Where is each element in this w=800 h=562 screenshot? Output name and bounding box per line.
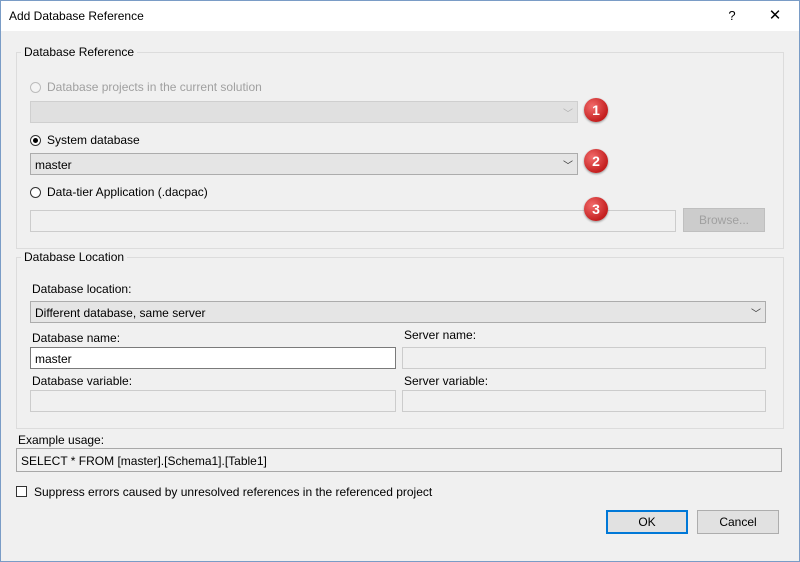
radio-system-database[interactable]: System database — [30, 133, 140, 147]
database-name-value: master — [35, 352, 72, 366]
suppress-errors-checkbox[interactable] — [16, 486, 27, 497]
dialog-title: Add Database Reference — [9, 9, 144, 23]
radio-system-database-label: System database — [47, 133, 140, 147]
dacpac-path-input[interactable] — [30, 210, 676, 232]
example-usage-box: SELECT * FROM [master].[Schema1].[Table1… — [16, 448, 782, 472]
annotation-badge-1: 1 — [584, 98, 608, 122]
database-location-group-label: Database Location — [21, 250, 128, 264]
radio-button — [30, 81, 41, 93]
server-variable-label: Server variable: — [404, 374, 489, 388]
chevron-down-icon: ﹀ — [751, 309, 761, 320]
database-name-input[interactable]: master — [30, 347, 396, 369]
browse-button[interactable]: Browse... — [683, 208, 765, 232]
ok-button[interactable]: OK — [606, 510, 688, 534]
example-usage-label: Example usage: — [18, 433, 105, 447]
database-reference-group-label: Database Reference — [21, 45, 138, 59]
chevron-down-icon: ﹀ — [563, 161, 573, 172]
database-variable-label: Database variable: — [32, 374, 133, 388]
database-location-combo-value: Different database, same server — [35, 306, 206, 320]
database-variable-input[interactable] — [30, 390, 396, 412]
radio-dacpac[interactable]: Data-tier Application (.dacpac) — [30, 185, 208, 199]
radio-button — [30, 186, 41, 198]
radio-database-projects[interactable]: Database projects in the current solutio… — [30, 80, 262, 94]
server-variable-input[interactable] — [402, 390, 766, 412]
radio-database-projects-label: Database projects in the current solutio… — [47, 80, 262, 94]
database-location-label: Database location: — [32, 282, 132, 296]
database-location-combo[interactable]: Different database, same server ﹀ — [30, 301, 766, 323]
server-name-input[interactable] — [402, 347, 766, 369]
database-name-label: Database name: — [32, 331, 121, 345]
close-button[interactable]: ✕ — [763, 5, 787, 27]
cancel-button[interactable]: Cancel — [697, 510, 779, 534]
suppress-errors-label: Suppress errors caused by unresolved ref… — [34, 485, 433, 499]
close-icon: ✕ — [768, 7, 782, 24]
annotation-badge-3: 3 — [584, 197, 608, 221]
system-database-combo-value: master — [35, 158, 72, 172]
help-button[interactable]: ? — [721, 5, 743, 27]
radio-dacpac-label: Data-tier Application (.dacpac) — [47, 185, 208, 199]
system-database-combo[interactable]: master ﹀ — [30, 153, 578, 175]
title-bar: Add Database Reference ? ✕ — [1, 1, 799, 31]
chevron-down-icon: ﹀ — [563, 109, 573, 120]
annotation-badge-2: 2 — [584, 149, 608, 173]
radio-button — [30, 134, 41, 146]
dialog-window: Add Database Reference ? ✕ Database Refe… — [0, 0, 800, 562]
server-name-label: Server name: — [404, 328, 477, 342]
database-projects-combo[interactable]: ﹀ — [30, 101, 578, 123]
example-usage-value: SELECT * FROM [master].[Schema1].[Table1… — [21, 454, 267, 468]
